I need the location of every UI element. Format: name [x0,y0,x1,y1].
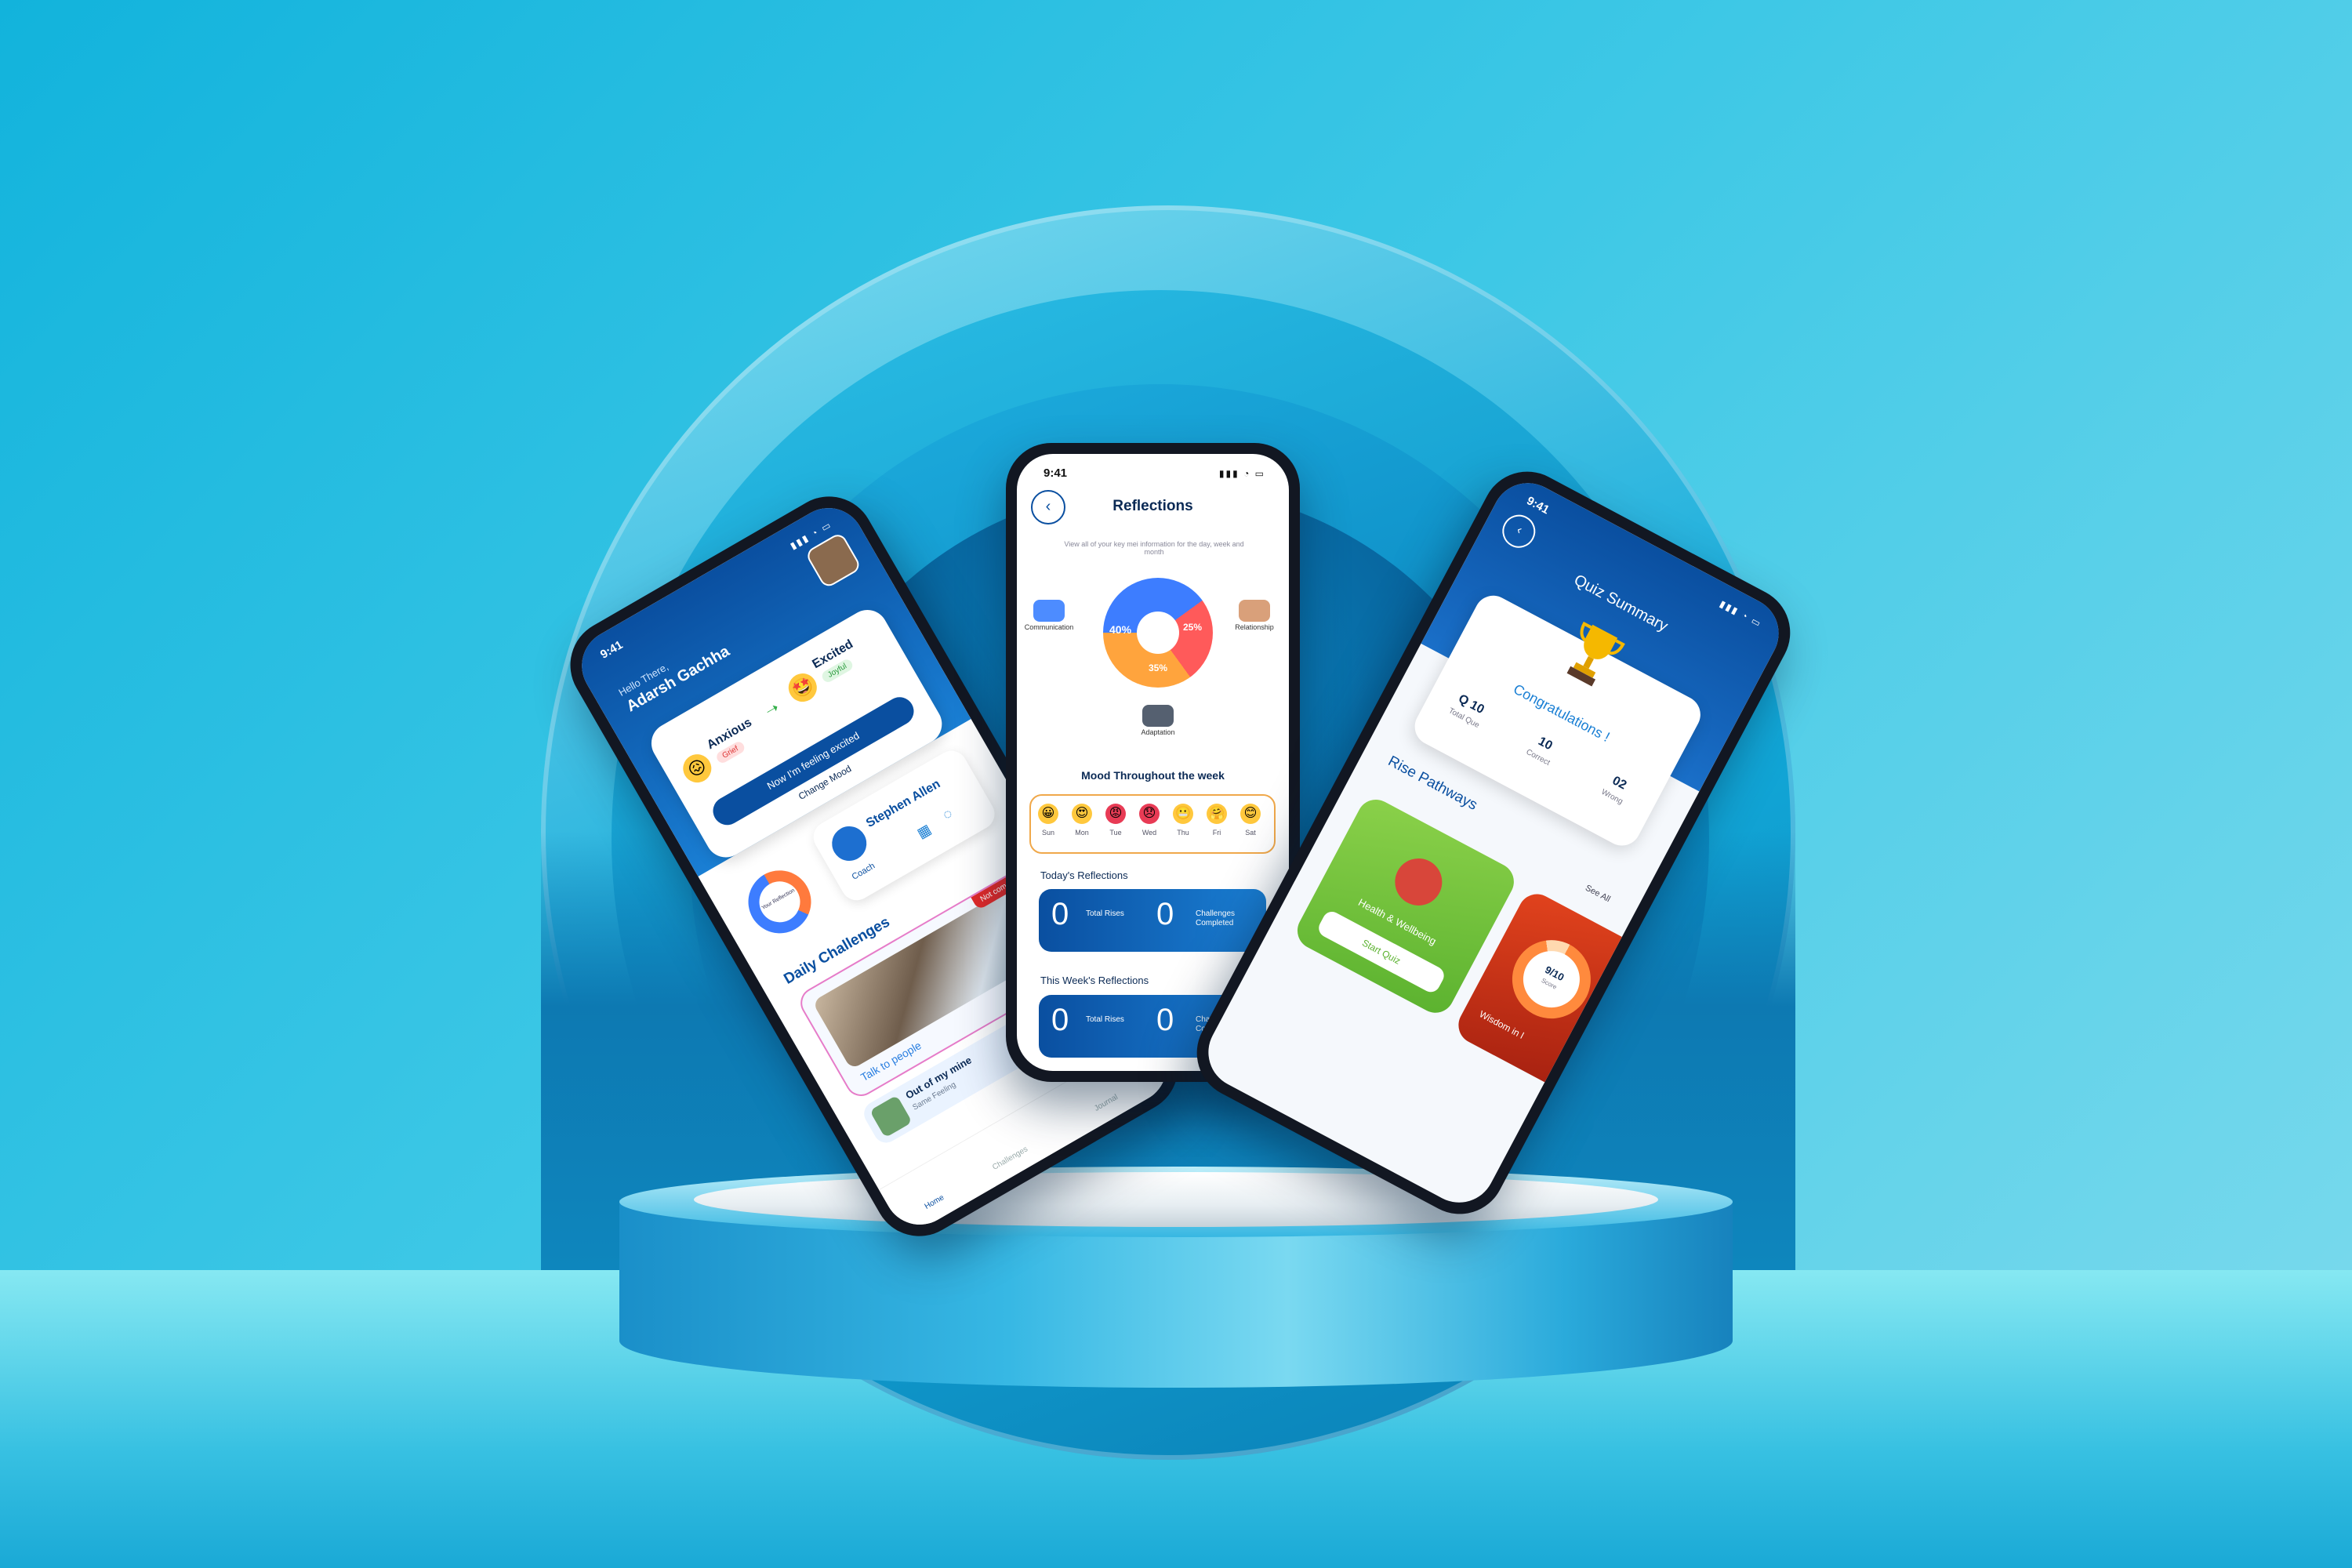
status-icons: ▮▮▮ ◔ ▭ [1218,468,1265,479]
day-label: Sun [1041,829,1054,837]
day-thu[interactable]: 😬 Thu [1169,804,1197,837]
page-subtitle: View all of your key mei information for… [1064,540,1244,556]
day-mon[interactable]: 😍 Mon [1068,804,1096,837]
pathway-title: Wisdom in l [1477,1008,1526,1041]
coach-name: Stephen Allen [863,777,943,831]
coach-avatar [826,819,873,868]
today-stats-card[interactable]: 0 Total Rises 0 Challenges Completed [1039,889,1266,952]
day-label: Wed [1142,829,1157,837]
pie-center [1137,612,1179,654]
category-label: Adaptation [1141,728,1175,736]
chat-icon[interactable]: ◌ [940,805,956,824]
score-ring [1498,926,1605,1033]
day-label: Fri [1212,829,1221,837]
heart-eyes-face-icon: 😍 [1072,804,1092,824]
tab-home[interactable]: Home [924,1193,946,1211]
start-quiz-button[interactable]: Start Quiz [1316,908,1447,996]
pie-label-relationship: 25% [1183,622,1203,633]
total-rises-value: 0 [1051,1003,1069,1037]
category-communication[interactable]: Communication [1022,600,1076,631]
day-sun[interactable]: 😀 Sun [1034,804,1062,837]
week-mood-strip: 😀 Sun 😍 Mon 😡 Tue 😞 Wed 😬 Thu 🤗 Fri 😊 Sat [1029,794,1276,854]
see-all-link[interactable]: See All [1584,884,1612,905]
heart-icon [1386,850,1450,914]
chat-bubbles-icon [1033,600,1065,622]
challenges-value: 0 [1156,1003,1174,1037]
total-rises-label: Total Rises [1086,1015,1124,1024]
day-label: Sat [1245,829,1256,837]
category-label: Relationship [1235,623,1274,631]
challenges-label: Challenges Completed [1196,909,1236,927]
category-relationship[interactable]: Relationship [1227,600,1282,631]
podium-plate [694,1172,1658,1227]
total-rises-label: Total Rises [1086,909,1124,918]
category-label: Communication [1024,623,1074,631]
angry-face-icon: 😡 [1105,804,1126,824]
pie-label-communication: 40% [1109,623,1132,636]
total-rises-value: 0 [1051,897,1069,931]
challenges-value: 0 [1156,897,1174,931]
status-time: 9:41 [1044,466,1068,480]
blush-face-icon: 😊 [1240,804,1261,824]
category-adaptation[interactable]: Adaptation [1131,705,1185,736]
handshake-icon [1239,600,1270,622]
day-label: Tue [1109,829,1122,837]
week-reflections-title: This Week's Reflections [1040,975,1149,986]
day-tue[interactable]: 😡 Tue [1102,804,1130,837]
page-title: Reflections [1112,498,1193,514]
arrow-icon: ➝ [762,699,782,720]
puzzle-icon [1142,705,1174,727]
pie-label-adaptation: 35% [1149,662,1168,673]
day-fri[interactable]: 🤗 Fri [1203,804,1231,837]
smile-face-icon: 😀 [1038,804,1058,824]
sad-face-icon: 😞 [1139,804,1160,824]
hug-face-icon: 🤗 [1207,804,1227,824]
tab-journal[interactable]: Journal [1093,1093,1120,1113]
day-sat[interactable]: 😊 Sat [1236,804,1265,837]
grimace-face-icon: 😬 [1173,804,1193,824]
day-label: Mon [1075,829,1089,837]
excited-face-icon: 🤩 [783,668,822,707]
week-mood-title: Mood Throughout the week [1081,769,1225,782]
day-wed[interactable]: 😞 Wed [1135,804,1163,837]
music-thumbnail [869,1094,913,1138]
anxious-face-icon: 😖 [677,749,717,788]
coach-role: Coach [850,861,877,882]
today-reflections-title: Today's Reflections [1040,869,1128,881]
day-label: Thu [1177,829,1189,837]
tab-challenges[interactable]: Challenges [991,1145,1029,1172]
calendar-icon[interactable]: ▦ [914,821,934,842]
